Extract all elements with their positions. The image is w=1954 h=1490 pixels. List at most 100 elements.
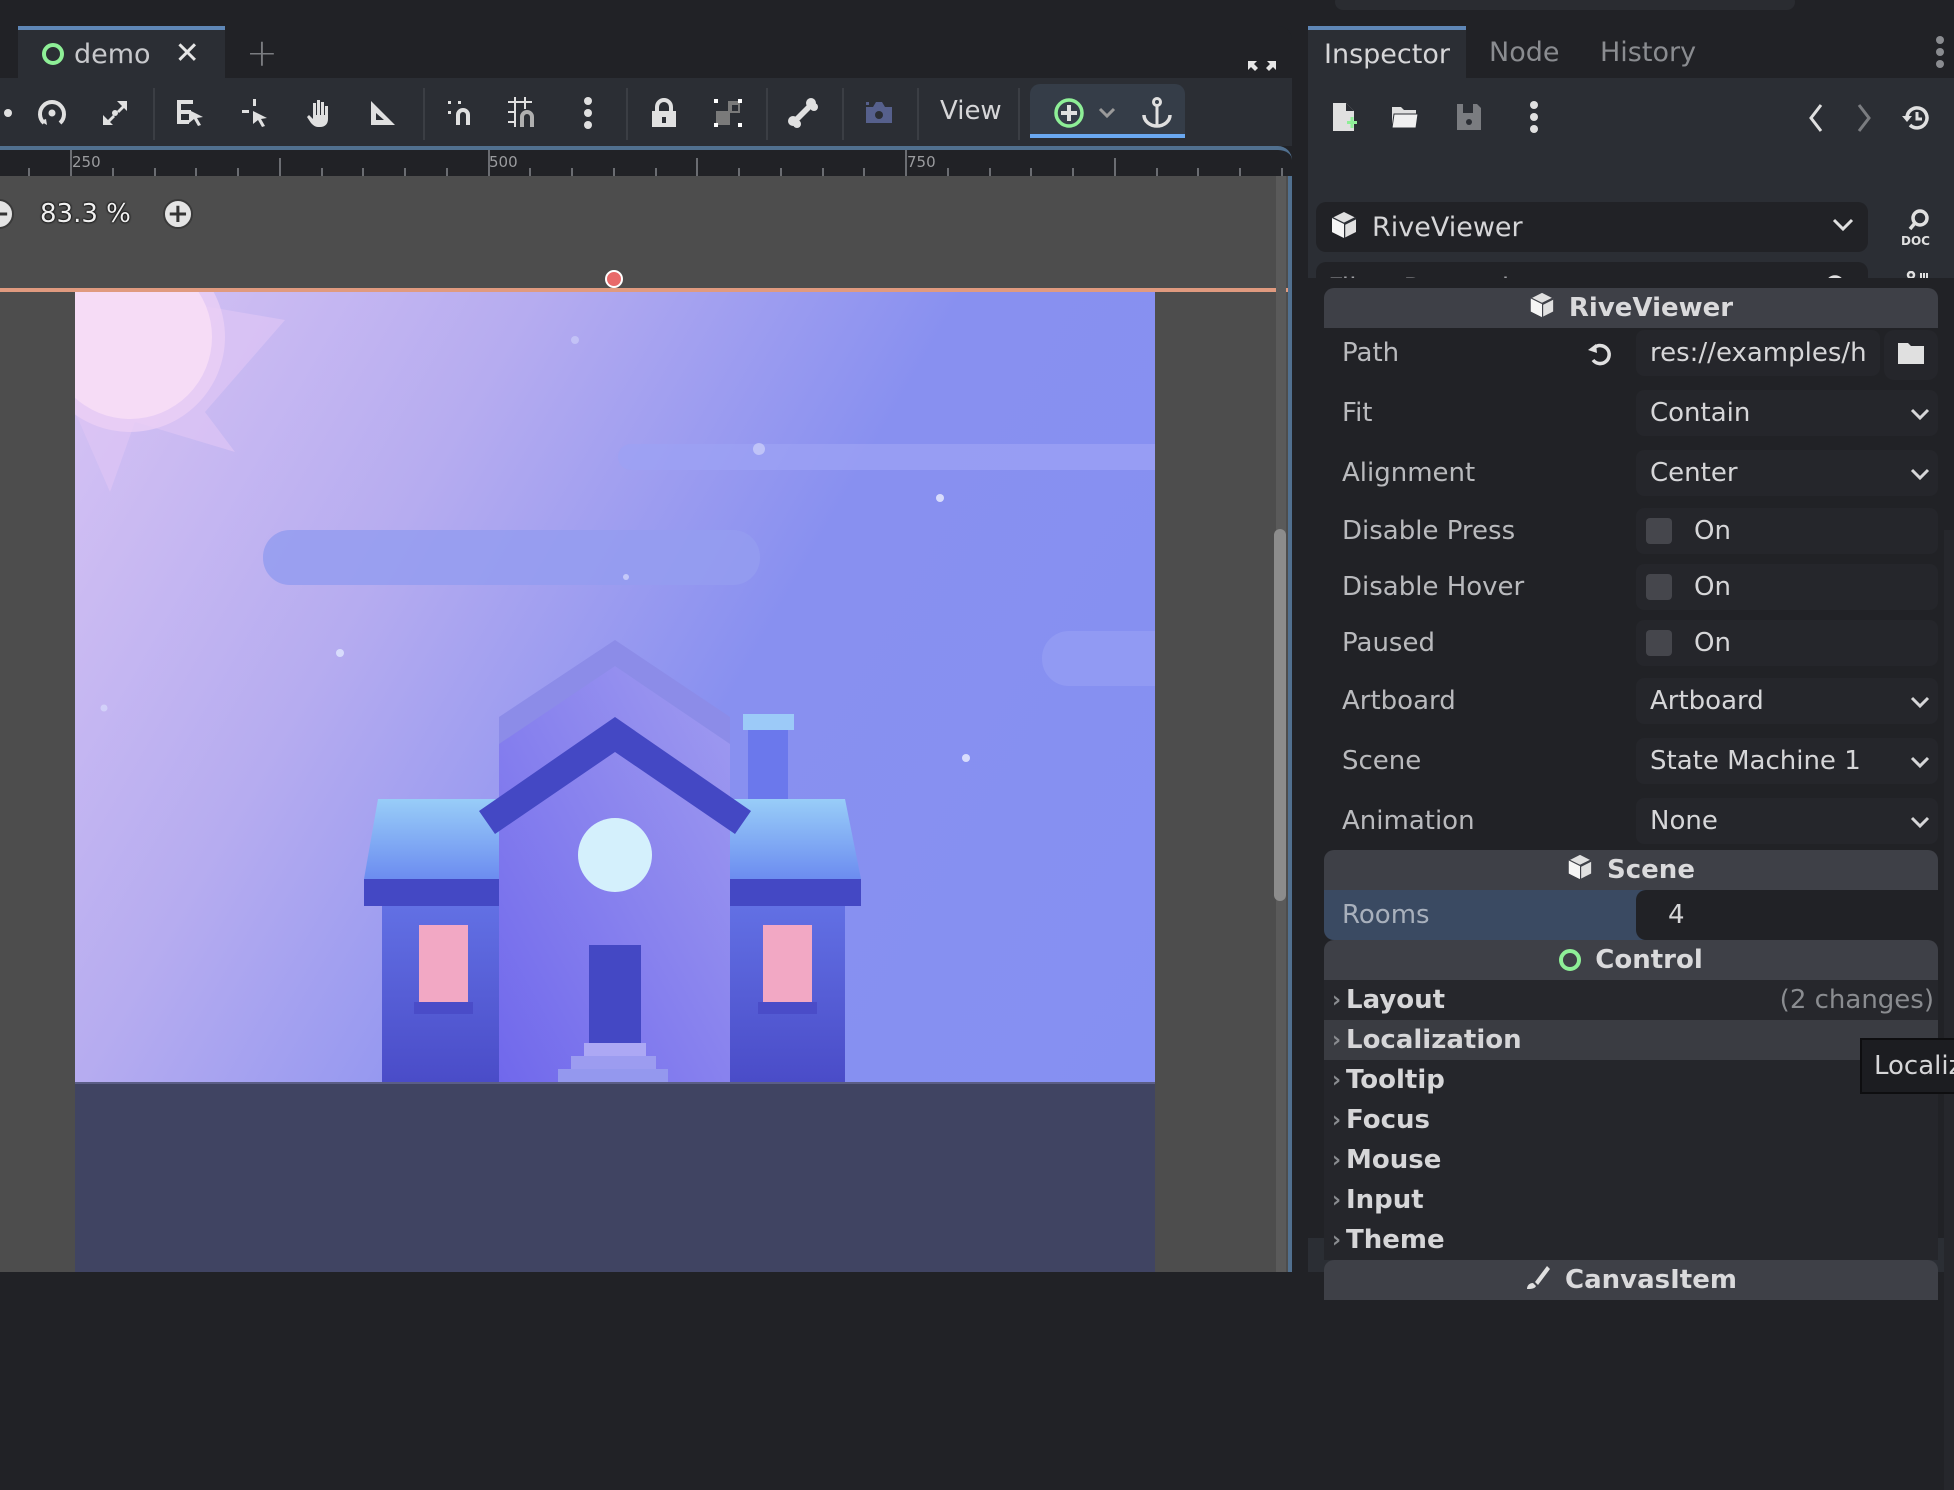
list-select-icon[interactable] [173, 96, 207, 130]
zoom-out-button[interactable]: − [0, 199, 14, 229]
scene-tab-demo[interactable]: demo ✕ [18, 26, 225, 78]
chevron-down-icon[interactable] [1090, 96, 1124, 130]
property-label: Disable Hover [1342, 572, 1525, 602]
object-selector[interactable]: RiveViewer [1316, 202, 1868, 252]
group-theme[interactable]: › Theme [1324, 1220, 1938, 1260]
paused-checkbox[interactable]: On [1636, 620, 1938, 666]
save-icon[interactable] [1454, 100, 1484, 134]
smart-snap-icon[interactable] [445, 96, 479, 130]
ruler-tick [446, 168, 448, 176]
guide-line [0, 288, 1292, 292]
group-icon[interactable] [711, 96, 745, 130]
path-field[interactable]: res://examples/h [1636, 330, 1880, 376]
pan-hand-icon[interactable] [302, 96, 336, 130]
animation-value: None [1650, 806, 1718, 836]
ruler-icon[interactable] [366, 96, 400, 130]
back-icon[interactable] [1806, 102, 1826, 134]
folder-icon [1897, 341, 1925, 369]
group-label: Focus [1346, 1105, 1430, 1135]
horizontal-ruler[interactable]: 250 500 750 [0, 146, 1292, 176]
disable-press-checkbox[interactable]: On [1636, 508, 1938, 554]
ruler-label: 750 [907, 153, 936, 171]
more-vertical-icon[interactable] [571, 96, 605, 130]
anchor-icon[interactable] [1140, 96, 1174, 130]
toolbar-separator [1018, 88, 1020, 140]
artboard-value: Artboard [1650, 686, 1764, 716]
scale-mode-icon[interactable] [98, 96, 132, 130]
new-resource-icon[interactable] [1330, 100, 1358, 134]
minus-icon: − [0, 201, 10, 227]
cloud-shape [1042, 631, 1155, 686]
select-icon[interactable] [238, 96, 272, 130]
ruler-tick [195, 168, 197, 176]
open-folder-icon[interactable] [1390, 100, 1420, 134]
alignment-dropdown[interactable]: Center [1636, 450, 1938, 496]
canvas-editor: demo ✕ + View 250 500 750 83.3 % + [0, 26, 1292, 1272]
pivot-handle[interactable] [605, 270, 623, 288]
view-menu-button[interactable]: View [940, 96, 1002, 126]
fit-dropdown[interactable]: Contain [1636, 390, 1938, 436]
tab-node[interactable]: Node [1489, 26, 1559, 78]
ruler-tick [279, 158, 281, 176]
ruler-tick [154, 168, 156, 176]
group-layout[interactable]: › Layout (2 changes) [1324, 980, 1938, 1020]
section-header-riveviewer: RiveViewer [1324, 288, 1938, 328]
plus-icon[interactable]: + [246, 34, 278, 72]
bone-icon[interactable] [786, 96, 820, 130]
scene-dropdown[interactable]: State Machine 1 [1636, 738, 1938, 784]
chevron-right-icon: › [1332, 1107, 1342, 1133]
ruler-tick [1197, 168, 1199, 176]
close-icon[interactable]: ✕ [175, 39, 200, 69]
property-label: Rooms [1342, 900, 1430, 930]
section-title: Control [1595, 945, 1703, 975]
browse-file-button[interactable] [1884, 330, 1938, 380]
group-focus[interactable]: › Focus [1324, 1100, 1938, 1140]
artboard-dropdown[interactable]: Artboard [1636, 678, 1938, 724]
section-header-control: Control [1324, 940, 1938, 980]
cube-icon [1567, 853, 1593, 888]
lock-icon[interactable] [647, 96, 681, 130]
tab-history[interactable]: History [1600, 26, 1696, 78]
inspector-scrollbar[interactable] [1944, 530, 1954, 1490]
property-label: Animation [1342, 806, 1475, 836]
revert-icon[interactable] [1586, 340, 1614, 372]
group-tooltip[interactable]: › Tooltip [1324, 1060, 1938, 1100]
disable-hover-checkbox[interactable]: On [1636, 564, 1938, 610]
group-mouse[interactable]: › Mouse [1324, 1140, 1938, 1180]
ruler-tick [112, 168, 114, 176]
rooms-spinbox[interactable]: 4 [1636, 890, 1938, 940]
ruler-tick [613, 168, 615, 176]
group-localization[interactable]: › Localization [1324, 1020, 1938, 1060]
property-paused: Paused On [1324, 618, 1938, 670]
zoom-level[interactable]: 83.3 % [40, 199, 131, 229]
viewport-border [1288, 176, 1292, 1272]
ruler-tick [1156, 168, 1158, 176]
checkbox-text: On [1694, 516, 1731, 546]
more-vertical-icon[interactable] [1934, 36, 1946, 68]
chevron-down-icon [1910, 408, 1930, 421]
animation-dropdown[interactable]: None [1636, 798, 1938, 844]
history-icon[interactable] [1900, 102, 1932, 134]
rotate-mode-icon[interactable] [35, 96, 69, 130]
top-search-strip[interactable] [1335, 0, 1795, 10]
forward-icon[interactable] [1854, 102, 1874, 134]
zoom-in-button[interactable]: + [162, 199, 193, 229]
ruler-tick [1030, 168, 1032, 176]
move-mode-icon[interactable] [0, 96, 14, 130]
checkbox-box [1646, 518, 1672, 544]
camera-icon[interactable] [862, 96, 896, 130]
vertical-scrollbar-thumb[interactable] [1274, 529, 1286, 901]
more-vertical-icon[interactable] [1528, 100, 1540, 134]
tab-inspector[interactable]: Inspector [1308, 26, 1466, 78]
doc-search-icon[interactable]: DOC [1900, 202, 1936, 252]
grid-snap-icon[interactable] [507, 96, 541, 130]
chevron-right-icon: › [1332, 1187, 1342, 1213]
canvas-viewport[interactable]: − 83.3 % + [0, 176, 1292, 1272]
zoom-controls: − 83.3 % + [0, 196, 193, 232]
add-node-icon[interactable] [1052, 96, 1086, 130]
group-input[interactable]: › Input [1324, 1180, 1938, 1220]
section-title: RiveViewer [1568, 293, 1734, 323]
section-header-scene: Scene [1324, 850, 1938, 890]
checkbox-box [1646, 630, 1672, 656]
ruler-tick [947, 168, 949, 176]
